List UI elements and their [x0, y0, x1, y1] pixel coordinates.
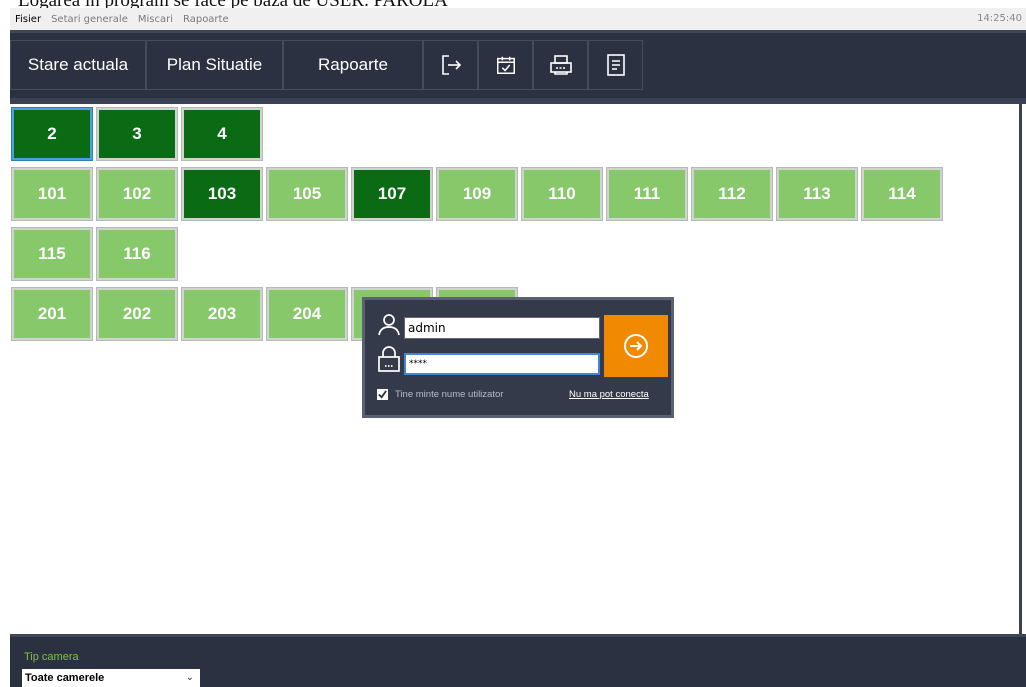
remember-checkbox[interactable]	[377, 389, 388, 400]
print-button[interactable]	[533, 40, 588, 90]
room-110[interactable]: 110	[521, 167, 603, 221]
password-field[interactable]	[404, 353, 600, 375]
tab-plan-situatie[interactable]: Plan Situatie	[146, 40, 283, 90]
remember-username[interactable]: Tine minte nume utilizator	[377, 389, 503, 400]
menu-item-setari-generale[interactable]: Setari generale	[46, 14, 133, 25]
calendar-button[interactable]	[478, 40, 533, 90]
room-4[interactable]: 4	[181, 107, 263, 161]
chevron-down-icon: ⌄	[185, 672, 194, 683]
room-112[interactable]: 112	[691, 167, 773, 221]
nav-bar: Stare actuala Plan Situatie Rapoarte	[10, 30, 1026, 100]
room-type-label: Tip camera	[24, 651, 79, 663]
menu-item-miscari[interactable]: Miscari	[133, 14, 178, 25]
user-icon	[378, 314, 400, 336]
room-3[interactable]: 3	[96, 107, 178, 161]
room-type-select[interactable]: Toate camerele ⌄	[22, 669, 200, 687]
room-113[interactable]: 113	[776, 167, 858, 221]
printer-icon	[549, 55, 572, 75]
room-102[interactable]: 102	[96, 167, 178, 221]
footer-panel: Tip camera Toate camerele ⌄	[10, 634, 1026, 687]
room-201[interactable]: 201	[11, 287, 93, 341]
room-101[interactable]: 101	[11, 167, 93, 221]
room-204[interactable]: 204	[266, 287, 348, 341]
room-type-value: Toate camerele	[25, 672, 105, 684]
room-2[interactable]: 2	[11, 107, 93, 161]
remember-label: Tine minte nume utilizator	[395, 389, 504, 400]
tab-stare-actuala[interactable]: Stare actuala	[10, 40, 146, 90]
logout-icon	[441, 55, 461, 75]
calendar-check-icon	[496, 56, 515, 74]
username-field[interactable]	[404, 317, 600, 339]
logout-button[interactable]	[423, 40, 478, 90]
clock: 14:25:40	[977, 13, 1022, 24]
lock-icon	[378, 346, 400, 372]
room-107[interactable]: 107	[351, 167, 433, 221]
cant-connect-link[interactable]: Nu ma pot conecta	[569, 389, 649, 400]
menu-item-fisier[interactable]: Fisier	[10, 14, 46, 25]
room-203[interactable]: 203	[181, 287, 263, 341]
room-103[interactable]: 103	[181, 167, 263, 221]
check-icon	[378, 390, 387, 399]
room-202[interactable]: 202	[96, 287, 178, 341]
room-116[interactable]: 116	[96, 227, 178, 281]
login-button[interactable]	[604, 315, 668, 377]
room-109[interactable]: 109	[436, 167, 518, 221]
report-button[interactable]	[588, 40, 643, 90]
login-dialog: Tine minte nume utilizator Nu ma pot con…	[362, 297, 674, 418]
room-105[interactable]: 105	[266, 167, 348, 221]
tab-rapoarte[interactable]: Rapoarte	[283, 40, 423, 90]
menu-bar: Fisier Setari generale Miscari Rapoarte …	[10, 8, 1026, 30]
room-114[interactable]: 114	[861, 167, 943, 221]
document-icon	[606, 54, 625, 76]
room-111[interactable]: 111	[606, 167, 688, 221]
document-caption: Logarea in program se face pe baza de US…	[18, 0, 448, 8]
menu-item-rapoarte[interactable]: Rapoarte	[178, 14, 234, 25]
room-115[interactable]: 115	[11, 227, 93, 281]
login-arrow-icon	[624, 334, 648, 358]
